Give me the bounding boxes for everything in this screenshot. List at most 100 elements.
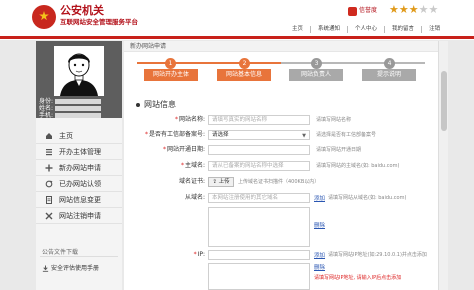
sidebar: 身份: 姓名: 手机: 主页 开办主体管理 新办网站申请 已办网站认领 网站信息… [36, 41, 122, 290]
sidebar-item-label: 新办网站申请 [59, 164, 101, 172]
delete-sub-domain-link[interactable]: 删除 [314, 221, 325, 229]
scrollbar[interactable] [438, 41, 448, 290]
open-date-input[interactable] [208, 145, 310, 155]
section-title: 网站信息 [136, 99, 176, 110]
sidebar-item-home[interactable]: 主页 [36, 128, 122, 144]
docs-link-manual[interactable]: 安全评估使用手册 [42, 263, 99, 272]
icp-select[interactable]: 请选择 ▼ [208, 130, 310, 140]
bullet-icon [136, 102, 140, 107]
field-row-icp: *是否有工信部备案号: 请选择 ▼ 请选择是否有工信部备案号 [124, 129, 438, 141]
home-icon [46, 133, 52, 139]
refresh-icon [45, 180, 53, 188]
sidebar-item-label: 网站信息变更 [59, 196, 101, 204]
star-icon: ★ [398, 3, 409, 16]
site-name-input[interactable]: 请填写真实的网站名称 [208, 115, 310, 125]
sidebar-item-cancel-website[interactable]: 网站注销申请 [36, 208, 122, 224]
list-icon [46, 149, 52, 156]
field-hint: 上传域名证书扫描件（400KB以内） [238, 179, 320, 185]
delete-ip-link[interactable]: 删除 [314, 263, 325, 271]
field-hint: 请填写网站从域名(如: baidu.com) [328, 195, 407, 201]
sidebar-item-change-info[interactable]: 网站信息变更 [36, 192, 122, 208]
step-number: 1 [165, 58, 176, 69]
sidebar-item-claim-website[interactable]: 已办网站认领 [36, 176, 122, 192]
icp-select-value: 请选择 [212, 132, 229, 138]
sub-domain-list[interactable] [208, 207, 310, 247]
site-title: 公安机关 [60, 4, 104, 17]
star-empty-icon: ★ [428, 3, 439, 16]
step-label-manager: 网站负责人 [289, 69, 343, 81]
field-row-ip: *IP: 添加 请填写网站IP地址(如:29.10.0.1)并点击添加 [124, 249, 438, 261]
section-title-text: 网站信息 [144, 100, 176, 109]
plus-icon [45, 164, 53, 172]
star-icon: ★ [408, 3, 419, 16]
docs-link-label: 安全评估使用手册 [51, 265, 100, 272]
field-label: *网站名称: [174, 116, 205, 123]
avatar [54, 46, 104, 96]
user-name: 姓名: [39, 105, 119, 112]
field-label: *IP: [193, 251, 205, 258]
docs-divider [40, 256, 118, 257]
sidebar-item-label: 主页 [59, 132, 73, 140]
ip-note: 请填写网站IP地址, 请输入IP后点击添加 [314, 275, 402, 281]
field-row-open-date: *网站开通日期: 请填写网站开通日期 [124, 144, 438, 156]
field-hint: 请填写网站名称 [316, 117, 352, 123]
field-row-sub-domain: 从域名: 本网站注册使用的其它域名 添加 请填写网站从域名(如: baidu.c… [124, 192, 438, 204]
sidebar-item-label: 已办网站认领 [59, 180, 101, 188]
sidebar-item-label: 网站注销申请 [59, 212, 101, 220]
docs-title: 公告文件下载 [42, 249, 79, 256]
step-label-notes: 提示说明 [362, 69, 416, 81]
main-domain-input[interactable]: 请从已备案的网站名称中选择 [208, 161, 310, 171]
nav-home[interactable]: 主页 [285, 26, 310, 33]
credit-badge-icon [348, 7, 357, 16]
step-number: 2 [239, 58, 250, 69]
upload-icon: ⇪ [212, 179, 217, 185]
upload-button[interactable]: ⇪ 上传 [208, 177, 234, 187]
breadcrumb: 新办网站申请 [124, 41, 438, 52]
download-icon [42, 265, 49, 272]
field-label: *网站开通日期: [162, 146, 205, 153]
close-icon [45, 212, 53, 220]
field-hint: 请填写网站开通日期 [316, 147, 362, 153]
ip-list[interactable] [208, 263, 310, 290]
avatar-portrait-icon [54, 46, 104, 96]
user-phone: 手机: [39, 112, 119, 119]
field-hint: 请填写网站IP地址(如:29.10.0.1)并点击添加 [328, 252, 427, 258]
sidebar-menu: 主页 开办主体管理 新办网站申请 已办网站认领 网站信息变更 网站注销申请 [36, 128, 122, 224]
nav-profile[interactable]: 个人中心 [347, 25, 384, 33]
credit-label: 信誉度 [359, 7, 378, 14]
step-number: 3 [311, 58, 322, 69]
field-row-main-domain: *主域名: 请从已备案的网站名称中选择 请填写网站的主域名(如: baidu.c… [124, 160, 438, 172]
user-card: 身份: 姓名: 手机: [36, 41, 122, 119]
field-hint: 请选择是否有工信部备案号 [316, 132, 377, 138]
sidebar-item-label: 开办主体管理 [59, 148, 101, 156]
field-row-site-name: *网站名称: 请填写真实的网站名称 请填写网站名称 [124, 114, 438, 126]
step-label-entity: 网站开办主体 [144, 69, 198, 81]
sub-domain-input[interactable]: 本网站注册使用的其它域名 [208, 193, 310, 203]
site-subtitle: 互联网站安全管理服务平台 [60, 18, 138, 26]
sidebar-item-entity-management[interactable]: 开办主体管理 [36, 144, 122, 160]
field-label: 域名证书: [178, 178, 205, 185]
field-label: 从域名: [184, 194, 205, 201]
step-number: 4 [384, 58, 395, 69]
scrollbar-thumb[interactable] [441, 71, 447, 131]
top-nav: 主页 系统通知 个人中心 我的留言 注销 [285, 25, 447, 33]
add-sub-domain-link[interactable]: 添加 [314, 194, 325, 202]
field-hint: 请填写网站的主域名(如: baidu.com) [316, 163, 400, 169]
field-label: *主域名: [180, 162, 205, 169]
header-divider [0, 36, 474, 39]
police-emblem-icon [32, 5, 56, 29]
field-row-domain-cert: 域名证书: ⇪ 上传 上传域名证书扫描件（400KB以内） [124, 176, 438, 188]
header: 公安机关 互联网站安全管理服务平台 信誉度 ★★★★★ 主页 系统通知 个人中心… [0, 0, 474, 40]
nav-messages[interactable]: 我的留言 [384, 25, 421, 33]
step-label-basic-info: 网站基本信息 [217, 69, 271, 81]
credit-rating: ★★★★★ [389, 4, 438, 16]
sidebar-item-new-website[interactable]: 新办网站申请 [36, 160, 122, 176]
chevron-down-icon: ▼ [302, 133, 306, 139]
star-empty-icon: ★ [418, 3, 429, 16]
upload-button-label: 上传 [218, 179, 230, 185]
nav-logout[interactable]: 注销 [421, 25, 447, 33]
nav-notifications[interactable]: 系统通知 [310, 25, 347, 33]
document-icon [46, 196, 52, 204]
ip-input[interactable] [208, 250, 310, 260]
add-ip-link[interactable]: 添加 [314, 251, 325, 259]
